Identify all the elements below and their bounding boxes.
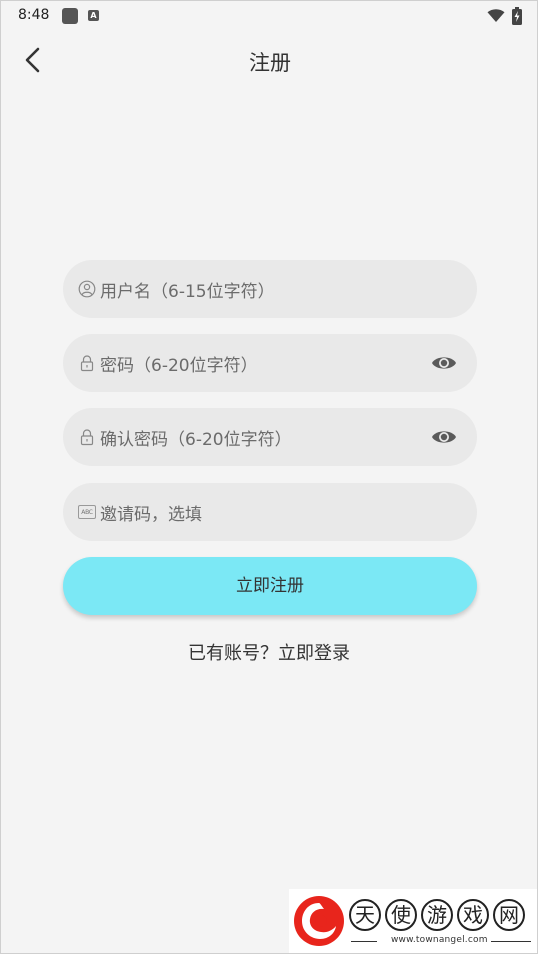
watermark-divider: [491, 941, 531, 942]
watermark-chars: 天 使 游 戏 网: [349, 899, 525, 931]
page-title: 注册: [249, 51, 291, 75]
watermark-logo-icon: [294, 896, 344, 946]
user-icon: [78, 280, 96, 298]
status-bar: 8:48 A: [1, 1, 538, 33]
app-square-icon: [62, 8, 78, 24]
watermark-char: 天: [349, 899, 381, 931]
lock-icon: [80, 355, 94, 372]
password-placeholder: 密码（6-20位字符）: [100, 355, 258, 376]
status-time: 8:48: [18, 7, 50, 23]
watermark-divider: [351, 941, 377, 942]
confirm-password-field[interactable]: 确认密码（6-20位字符）: [63, 408, 477, 466]
invite-code-placeholder: 邀请码，选填: [100, 504, 202, 525]
login-link[interactable]: 已有账号？立即登录: [188, 643, 350, 664]
login-link-row: 已有账号？立即登录: [1, 639, 537, 665]
watermark-char: 游: [421, 899, 453, 931]
watermark-url: www.townangel.com: [391, 935, 488, 945]
watermark-char: 戏: [457, 899, 489, 931]
register-button[interactable]: 立即注册: [63, 557, 477, 615]
username-field[interactable]: 用户名（6-15位字符）: [63, 260, 477, 318]
username-placeholder: 用户名（6-15位字符）: [100, 281, 275, 302]
password-field[interactable]: 密码（6-20位字符）: [63, 334, 477, 392]
confirm-password-placeholder: 确认密码（6-20位字符）: [100, 429, 292, 450]
battery-charging-icon: [512, 7, 522, 25]
watermark-char: 网: [493, 899, 525, 931]
eye-icon[interactable]: [431, 426, 457, 448]
invite-code-field[interactable]: ABC 邀请码，选填: [63, 483, 477, 541]
watermark: 天 使 游 戏 网 www.townangel.com: [289, 889, 537, 953]
lock-icon: [80, 429, 94, 446]
a-notification-icon: A: [88, 10, 99, 21]
eye-icon[interactable]: [431, 352, 457, 374]
watermark-char: 使: [385, 899, 417, 931]
header: 注册: [1, 35, 538, 85]
wifi-icon: [487, 9, 505, 22]
abc-icon: ABC: [78, 505, 96, 519]
